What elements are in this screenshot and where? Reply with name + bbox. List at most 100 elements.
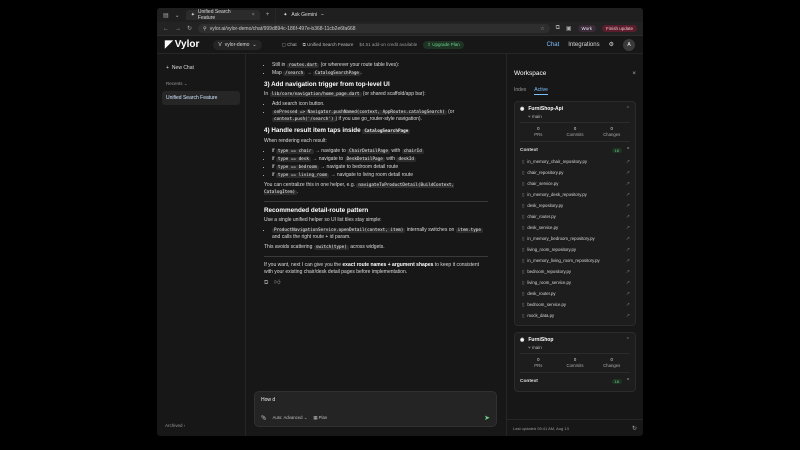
tab-active[interactable]: Active — [534, 87, 548, 95]
open-external-icon[interactable]: ↗ — [626, 236, 630, 242]
minimize-icon[interactable]: – — [321, 12, 324, 18]
send-button[interactable]: ➤ — [484, 414, 490, 422]
chevron-up-icon[interactable]: ⌃ — [626, 106, 630, 112]
reload-icon[interactable]: ↻ — [187, 25, 192, 32]
workspace-panel: Workspace × Index Active ◉ FurniShop-Api… — [506, 54, 643, 436]
browser-tab[interactable]: ✦ Unified Search Feature × — [185, 9, 260, 21]
new-chat-button[interactable]: + New Chat — [166, 65, 236, 71]
tab-strip: ▤ ⌄ ✦ Unified Search Feature × + ✦ Ask G… — [157, 8, 643, 24]
message-composer[interactable]: How d 📎︎ Auto: Advanced ⌄ ▦ Plan ➤ — [254, 391, 497, 427]
workspace-switcher[interactable]: V vylor-demo ⌄ — [213, 39, 262, 50]
file-icon: ▯ — [522, 301, 525, 307]
context-file-item[interactable]: ▯ in_memory_chair_repository.py ↗ — [520, 156, 630, 167]
split-view-icon[interactable]: ▣ — [566, 25, 572, 32]
bookmark-star-icon[interactable]: ☆ — [540, 26, 544, 32]
context-file-item[interactable]: ▯ living_room_service.py ↗ — [520, 277, 630, 288]
url-field[interactable]: ⚲ vylor.ai/vylor-demo/chat/999d894c-186f… — [198, 24, 550, 33]
refresh-icon[interactable]: ↻ — [632, 425, 637, 432]
back-icon[interactable]: ← — [163, 26, 169, 32]
plan-toggle[interactable]: ▦ Plan — [313, 415, 327, 421]
close-panel-icon[interactable]: × — [632, 70, 636, 77]
chat-mode-button[interactable]: ▢ Chat — [282, 42, 297, 48]
open-external-icon[interactable]: ↗ — [626, 203, 630, 209]
sidebar-item-unified-search[interactable]: Unified Search Feature — [162, 91, 240, 105]
tab-list-icon[interactable]: ⌄ — [175, 12, 180, 19]
workspace-title: Workspace — [514, 70, 547, 77]
context-file-item[interactable]: ▯ mock_data.py ↗ — [520, 310, 630, 321]
open-external-icon[interactable]: ↗ — [626, 170, 630, 176]
chevron-up-icon[interactable]: ⌃ — [626, 337, 630, 343]
file-icon: ▯ — [522, 235, 525, 241]
context-file-item[interactable]: ▯ in_memory_desk_repository.py ↗ — [520, 189, 630, 200]
doc-title[interactable]: ⧉ Unified Search Feature — [303, 42, 354, 47]
stat-prs[interactable]: 0 PRs — [520, 126, 557, 138]
context-header[interactable]: Context 16 ⌃ — [520, 145, 630, 156]
open-external-icon[interactable]: ↗ — [626, 280, 630, 286]
open-external-icon[interactable]: ↗ — [626, 291, 630, 297]
stat-commits[interactable]: 0 Commits — [557, 357, 594, 369]
ask-gemini-button[interactable]: Ask Gemini — [291, 12, 317, 18]
vylor-logo[interactable]: ◤ Vylor — [165, 39, 199, 50]
nav-chat[interactable]: Chat — [547, 42, 560, 48]
finish-update-button[interactable]: Finish update — [601, 25, 637, 32]
profile-button[interactable]: Work — [577, 25, 596, 32]
open-external-icon[interactable]: ↗ — [626, 181, 630, 187]
divider — [264, 256, 488, 257]
extensions-icon[interactable]: ⧉ — [556, 25, 560, 32]
open-external-icon[interactable]: ↗ — [626, 302, 630, 308]
context-file-item[interactable]: ▯ living_room_repository.py ↗ — [520, 244, 630, 255]
model-mode-select[interactable]: Auto: Advanced ⌄ — [272, 415, 307, 421]
context-file-item[interactable]: ▯ chair_repository.py ↗ — [520, 167, 630, 178]
divider — [264, 201, 488, 202]
context-header[interactable]: Context 16 ⌃ — [520, 376, 630, 387]
file-icon: ▯ — [522, 158, 525, 164]
context-file-item[interactable]: ▯ bedroom_service.py ↗ — [520, 299, 630, 310]
context-count-badge: 16 — [611, 148, 622, 153]
chevron-up-icon: ⌃ — [625, 379, 630, 384]
context-file-item[interactable]: ▯ chair_router.py ↗ — [520, 211, 630, 222]
chevron-up-icon: ⌃ — [625, 148, 630, 153]
workspace-footer: Last updated 05:41 AM, Aug 13 ↻ — [507, 419, 643, 436]
message-input[interactable]: How d — [261, 397, 490, 403]
context-file-item[interactable]: ▯ bedroom_repository.py ↗ — [520, 266, 630, 277]
archived-link[interactable]: Archived › — [165, 423, 185, 428]
stat-commits[interactable]: 0 Commits — [557, 126, 594, 138]
sidebar-toggle-icon[interactable]: ▤ — [163, 12, 169, 19]
open-external-icon[interactable]: ↗ — [626, 269, 630, 275]
stat-changes[interactable]: 0 Changes — [593, 126, 630, 138]
open-external-icon[interactable]: ↗ — [626, 225, 630, 231]
thumbs-up-icon[interactable]: 👍︎ — [274, 280, 280, 287]
stat-prs[interactable]: 0 PRs — [520, 357, 557, 369]
recents-header[interactable]: Recents ⌄ — [166, 81, 236, 87]
forward-icon[interactable]: → — [175, 26, 181, 32]
open-external-icon[interactable]: ↗ — [626, 214, 630, 220]
github-icon: ◉ — [520, 106, 525, 112]
file-icon: ▯ — [522, 312, 525, 318]
context-file-item[interactable]: ▯ in_memory_bedroom_repository.py ↗ — [520, 233, 630, 244]
credit-text: $4.51 add-on credit available — [359, 42, 418, 47]
user-avatar[interactable]: A — [623, 38, 635, 51]
context-file-item[interactable]: ▯ desk_service.py ↗ — [520, 222, 630, 233]
copy-icon[interactable]: ⧉ — [264, 280, 268, 287]
nav-integrations[interactable]: Integrations — [568, 42, 599, 48]
open-external-icon[interactable]: ↗ — [626, 313, 630, 319]
stat-changes[interactable]: 0 Changes — [593, 357, 630, 369]
open-external-icon[interactable]: ↗ — [626, 192, 630, 198]
attach-icon[interactable]: 📎︎ — [261, 415, 266, 421]
open-external-icon[interactable]: ↗ — [626, 247, 630, 253]
site-info-icon[interactable]: ⚲ — [203, 26, 207, 32]
chevron-down-icon: ⌄ — [183, 81, 188, 86]
context-file-item[interactable]: ▯ chair_service.py ↗ — [520, 178, 630, 189]
upgrade-plan-button[interactable]: ⇧ Upgrade Plan — [423, 40, 464, 49]
settings-gear-icon[interactable]: ⚙ — [609, 41, 614, 48]
open-external-icon[interactable]: ↗ — [626, 159, 630, 165]
context-file-item[interactable]: ▯ in_memory_living_room_repository.py ↗ — [520, 255, 630, 266]
tab-index[interactable]: Index — [514, 87, 526, 95]
new-tab-button[interactable]: + — [266, 12, 270, 18]
plus-icon: + — [166, 65, 169, 71]
context-file-item[interactable]: ▯ desk_repository.py ↗ — [520, 200, 630, 211]
sidebar: + New Chat Recents ⌄ Unified Search Feat… — [157, 54, 246, 436]
open-external-icon[interactable]: ↗ — [626, 258, 630, 264]
close-tab-icon[interactable]: × — [252, 12, 255, 18]
context-file-item[interactable]: ▯ desk_router.py ↗ — [520, 288, 630, 299]
